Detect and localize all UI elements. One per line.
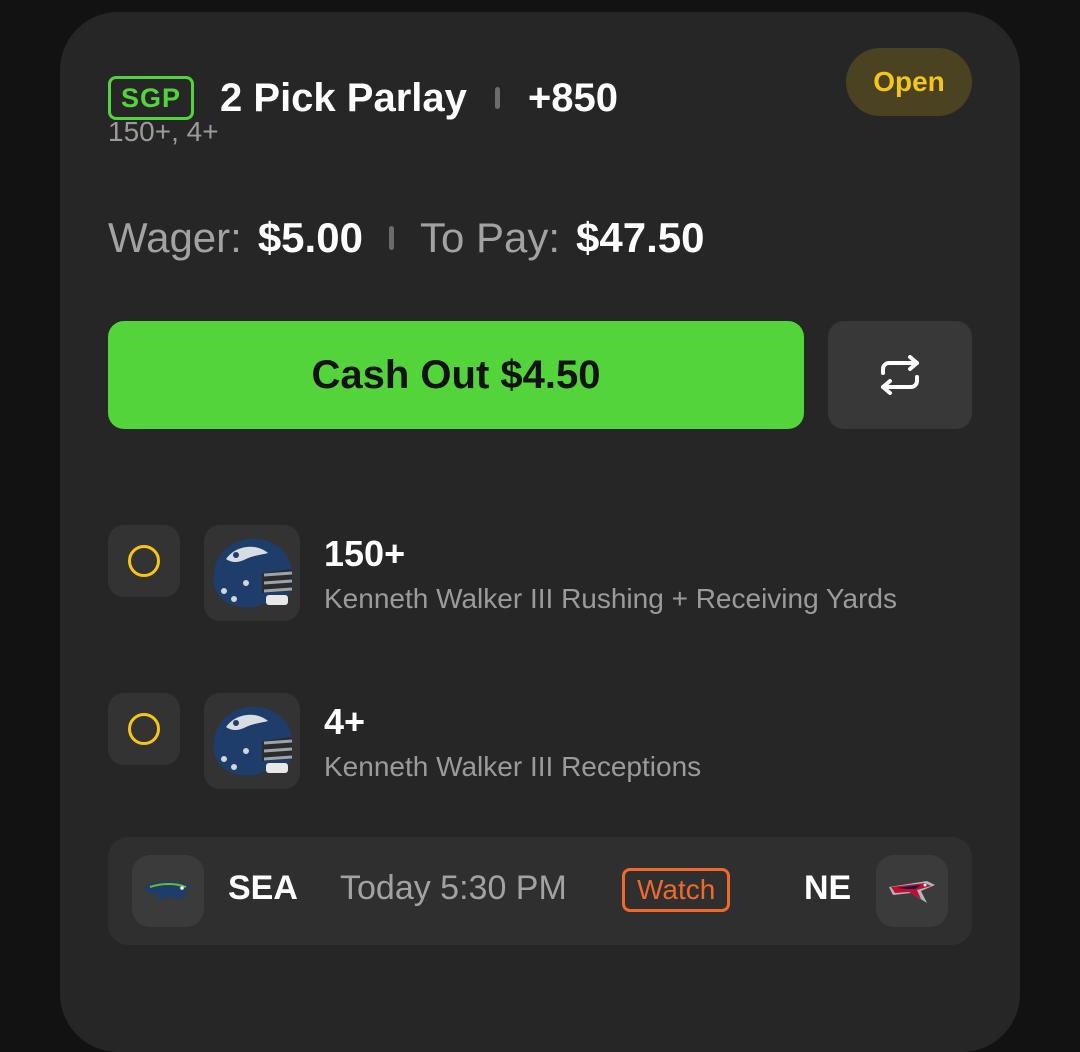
seahawks-helmet-icon xyxy=(213,538,293,608)
pending-circle-icon xyxy=(128,713,160,745)
to-pay-label: To Pay: xyxy=(419,214,561,261)
parlay-leg[interactable]: 4+ Kenneth Walker III Receptions xyxy=(108,693,978,793)
to-pay-value: $47.50 xyxy=(576,214,705,261)
leg-status xyxy=(108,693,180,765)
home-team-abbr: NE xyxy=(804,869,852,907)
game-info-row[interactable]: SEA Today 5:30 PM Watch NE xyxy=(108,837,972,945)
leg-description: Kenneth Walker III Rushing + Receiving Y… xyxy=(324,583,898,614)
watch-button[interactable]: Watch xyxy=(622,868,731,912)
pending-circle-icon xyxy=(128,545,160,577)
game-time: Today 5:30 PM xyxy=(340,869,567,907)
status-badge: Open xyxy=(846,48,972,116)
patriots-logo-icon xyxy=(889,881,935,903)
parlay-bet-card: SGP 2 Pick Parlay +850 Open 150+, 4+ Wag… xyxy=(60,12,1020,1052)
leg-description: Kenneth Walker III Receptions xyxy=(324,751,702,782)
leg-status xyxy=(108,525,180,597)
swap-arrows-icon xyxy=(881,355,919,395)
parlay-title: 2 Pick Parlay xyxy=(220,75,467,120)
away-team-logo xyxy=(132,855,204,927)
sgp-badge: SGP xyxy=(108,76,195,120)
wager-label: Wager: xyxy=(108,214,242,261)
parlay-odds: +850 xyxy=(527,75,618,120)
away-team-abbr: SEA xyxy=(228,869,298,907)
parlay-leg[interactable]: 150+ Kenneth Walker III Rushing + Receiv… xyxy=(108,525,978,625)
leg-line: 150+ xyxy=(324,533,406,574)
wager-value: $5.00 xyxy=(257,214,363,261)
swap-button[interactable] xyxy=(828,321,972,429)
cash-out-button[interactable]: Cash Out $4.50 xyxy=(108,321,804,429)
parlay-legs-summary: 150+, 4+ xyxy=(108,116,219,147)
seahawks-logo-icon xyxy=(144,881,192,901)
wager-summary: Wager: $5.00 To Pay: $47.50 xyxy=(108,210,704,266)
leg-line: 4+ xyxy=(324,701,366,742)
header-divider xyxy=(494,87,500,109)
seahawks-helmet-icon xyxy=(213,706,293,776)
home-team-logo xyxy=(876,855,948,927)
wager-divider xyxy=(388,226,394,250)
team-helmet xyxy=(204,693,300,789)
team-helmet xyxy=(204,525,300,621)
